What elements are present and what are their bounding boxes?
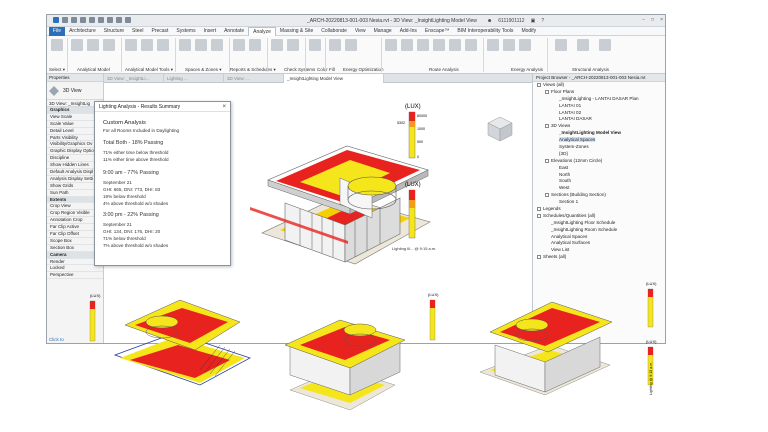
render-overlay: (LUX) 5302 60000 1000 500 0 (LUX) Lighti… [89,104,657,411]
render-bottom-right: (LUX) (LUX) Lighting @ 9:15 a.m. [479,281,657,396]
render-bottom-middle: (LUX) [284,292,439,411]
legend-mid: 1000 [417,127,425,131]
render-bottom-left: (LUX) [89,293,252,386]
legend-unit-bm: (LUX) [428,292,439,297]
legend-min: 0 [417,155,419,159]
legend-low: 500 [417,140,423,144]
legend-max: 5302 [397,121,405,125]
legend-unit-bl: (LUX) [90,293,101,298]
viewport-caption: Lighting Ill... @ 9:15 a.m. [392,246,436,251]
legend-unit-2: (LUX) [405,182,421,188]
legend-unit-br-1: (LUX) [646,281,657,286]
legend-unit: (LUX) [405,104,421,110]
legend-unit-br-2: (LUX) [646,339,657,344]
view-cube[interactable] [487,116,513,142]
legend-top: 60000 [417,114,427,118]
legend-caption-br: Lighting @ 9:15 a.m. [649,362,653,395]
